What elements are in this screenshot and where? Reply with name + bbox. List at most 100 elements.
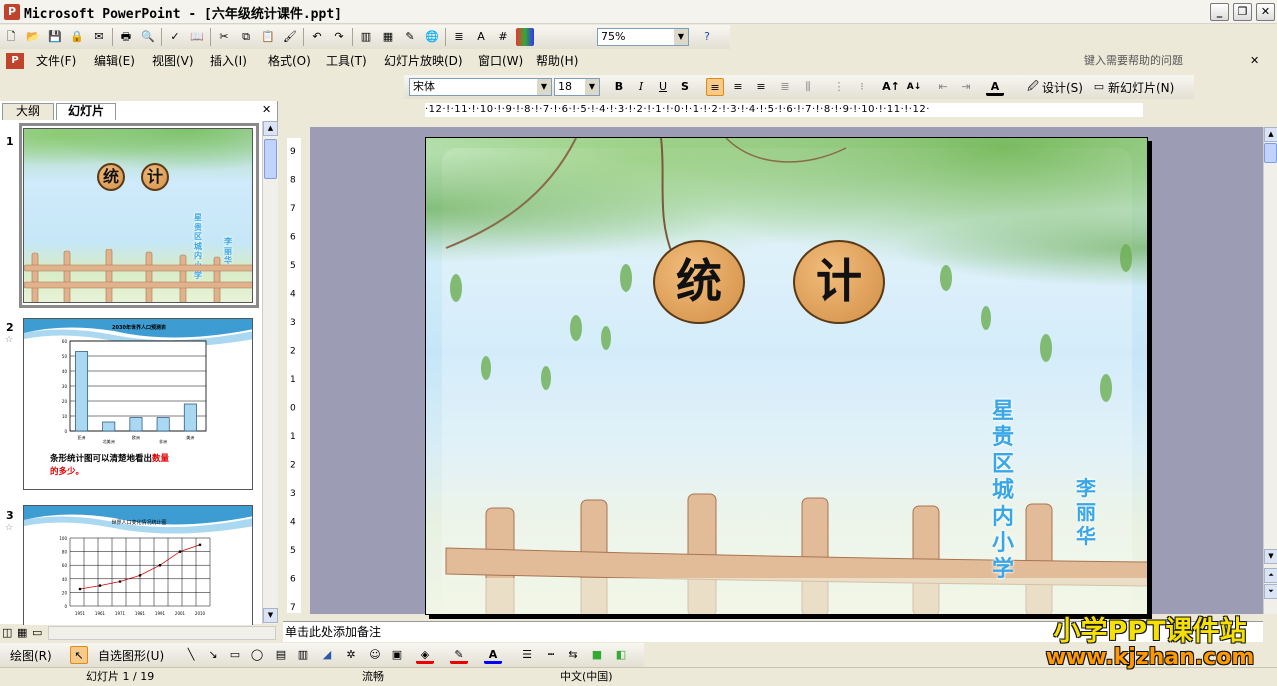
show-formatting-icon[interactable]: A: [472, 28, 490, 46]
close-document-icon[interactable]: ✕: [1250, 51, 1259, 71]
scroll-down-icon[interactable]: ▼: [1264, 549, 1277, 564]
color-grayscale-icon[interactable]: [516, 28, 534, 46]
new-icon[interactable]: 🗋: [2, 28, 20, 46]
design-button[interactable]: 设计(S): [1042, 79, 1083, 96]
normal-view-icon[interactable]: ◫: [2, 626, 12, 639]
draw-menu-button[interactable]: 绘图(R): [10, 647, 52, 664]
menu-insert[interactable]: 插入(I): [210, 51, 247, 71]
menu-window[interactable]: 窗口(W): [478, 51, 523, 71]
horizontal-scrollbar[interactable]: [48, 626, 276, 640]
maximize-button[interactable]: ❐: [1233, 3, 1252, 21]
picture-icon[interactable]: ▣: [388, 646, 406, 664]
align-left-icon[interactable]: ≡: [706, 78, 724, 96]
numbering-icon[interactable]: ⋮: [830, 78, 848, 96]
thumbnail-scrollbar[interactable]: ▲ ▼: [262, 121, 278, 624]
print-preview-icon[interactable]: 🔍: [139, 28, 157, 46]
print-icon[interactable]: 🖶: [117, 28, 135, 46]
title-char[interactable]: 计: [793, 240, 885, 324]
increase-font-icon[interactable]: A↑: [882, 78, 900, 96]
insert-table-icon[interactable]: ▦: [379, 28, 397, 46]
redo-icon[interactable]: ↷: [330, 28, 348, 46]
spelling-icon[interactable]: ✓: [166, 28, 184, 46]
slide-thumbnail-3[interactable]: 世界人口变化情况统计图 0 20 40 60 80 100 1951 1961 1971 1981…: [23, 505, 253, 625]
previous-slide-icon[interactable]: ⏶: [1264, 568, 1277, 583]
align-right-icon[interactable]: ≡: [752, 78, 770, 96]
menu-tools[interactable]: 工具(T): [326, 51, 367, 71]
tables-borders-icon[interactable]: ✎: [401, 28, 419, 46]
save-icon[interactable]: 💾: [46, 28, 64, 46]
tab-outline[interactable]: 大纲: [2, 103, 54, 120]
scroll-up-icon[interactable]: ▲: [263, 121, 278, 136]
design-icon[interactable]: 🖉: [1024, 78, 1042, 96]
title-char[interactable]: 统: [653, 240, 745, 324]
menu-help[interactable]: 帮助(H): [536, 51, 578, 71]
underline-button[interactable]: U: [654, 78, 672, 96]
menu-view[interactable]: 视图(V): [152, 51, 194, 71]
permission-icon[interactable]: 🔒: [68, 28, 86, 46]
cut-icon[interactable]: ✂: [215, 28, 233, 46]
new-slide-icon[interactable]: ▭: [1090, 78, 1108, 96]
diagram-icon[interactable]: ✲: [342, 646, 360, 664]
author-name[interactable]: 李丽华: [1071, 476, 1101, 548]
shadow-button[interactable]: S: [676, 78, 694, 96]
arrow-icon[interactable]: ↘: [204, 646, 222, 664]
bullets-icon[interactable]: ⁝: [853, 78, 871, 96]
scroll-thumb[interactable]: [264, 139, 277, 179]
line-color-icon[interactable]: ✎: [450, 646, 468, 664]
shadow-style-icon[interactable]: ■: [588, 646, 606, 664]
slideshow-icon[interactable]: ▭: [32, 626, 42, 639]
slide-sorter-icon[interactable]: ▦: [17, 626, 27, 639]
wordart-icon[interactable]: ◢: [318, 646, 336, 664]
font-color-icon[interactable]: A: [484, 646, 502, 664]
insert-chart-icon[interactable]: ▥: [357, 28, 375, 46]
select-pointer-icon[interactable]: ↖: [70, 646, 88, 664]
slide-scrollbar[interactable]: ▲ ▼ ⏶ ⏷: [1263, 127, 1277, 614]
close-button[interactable]: ✕: [1256, 3, 1275, 21]
clipart-icon[interactable]: ☺: [366, 646, 384, 664]
distribute-icon[interactable]: ⫼: [799, 78, 817, 96]
bold-button[interactable]: B: [610, 78, 628, 96]
menu-file[interactable]: 文件(F): [36, 51, 76, 71]
line-icon[interactable]: ╲: [182, 646, 200, 664]
decrease-font-icon[interactable]: A↓: [905, 78, 923, 96]
new-slide-button[interactable]: 新幻灯片(N): [1108, 79, 1174, 96]
dash-style-icon[interactable]: ┅: [542, 646, 560, 664]
scroll-up-icon[interactable]: ▲: [1264, 127, 1277, 142]
help-icon[interactable]: ?: [698, 28, 716, 46]
increase-indent-icon[interactable]: ⇥: [957, 78, 975, 96]
font-size-select[interactable]: 18 ▼: [554, 78, 600, 96]
oval-icon[interactable]: ◯: [248, 646, 266, 664]
insert-hyperlink-icon[interactable]: 🌐: [423, 28, 441, 46]
paste-icon[interactable]: 📋: [259, 28, 277, 46]
next-slide-icon[interactable]: ⏷: [1264, 584, 1277, 599]
vertical-textbox-icon[interactable]: ▥: [294, 646, 312, 664]
powerpoint-app-icon[interactable]: P: [4, 4, 20, 20]
school-name[interactable]: 星贵区城内小学: [988, 398, 1018, 583]
email-icon[interactable]: ✉: [90, 28, 108, 46]
arrow-style-icon[interactable]: ⇆: [564, 646, 582, 664]
scroll-thumb[interactable]: [1264, 143, 1277, 163]
copy-icon[interactable]: ⧉: [237, 28, 255, 46]
help-search-input[interactable]: 键入需要帮助的问题: [1084, 51, 1183, 71]
italic-button[interactable]: I: [632, 78, 650, 96]
minimize-button[interactable]: _: [1210, 3, 1229, 21]
close-panel-icon[interactable]: ✕: [262, 103, 271, 116]
font-color-icon[interactable]: A: [986, 78, 1004, 96]
align-center-icon[interactable]: ≡: [729, 78, 747, 96]
show-grid-icon[interactable]: #: [494, 28, 512, 46]
slide-thumbnail-1[interactable]: 统 计 星贵区城内小学 李丽华: [23, 128, 253, 303]
research-icon[interactable]: 📖: [188, 28, 206, 46]
autoshapes-button[interactable]: 自选图形(U): [98, 647, 164, 664]
expand-all-icon[interactable]: ≣: [450, 28, 468, 46]
document-icon[interactable]: P: [6, 53, 24, 69]
tab-slides[interactable]: 幻灯片: [56, 103, 116, 120]
scroll-down-icon[interactable]: ▼: [263, 608, 278, 623]
font-name-select[interactable]: 宋体 ▼: [409, 78, 552, 96]
fill-color-icon[interactable]: ◈: [416, 646, 434, 664]
menu-slideshow[interactable]: 幻灯片放映(D): [384, 51, 463, 71]
decrease-indent-icon[interactable]: ⇤: [934, 78, 952, 96]
menu-format[interactable]: 格式(O): [268, 51, 311, 71]
slide[interactable]: 统 计 星贵区城内小学 李丽华: [425, 137, 1148, 615]
slide-thumbnail-2[interactable]: 2030年世界人口预测表 0 10 20 30 40 50 60 亚洲 北美洲 欧洲 非洲 美洲 条形…: [23, 318, 253, 490]
3d-style-icon[interactable]: ◧: [612, 646, 630, 664]
